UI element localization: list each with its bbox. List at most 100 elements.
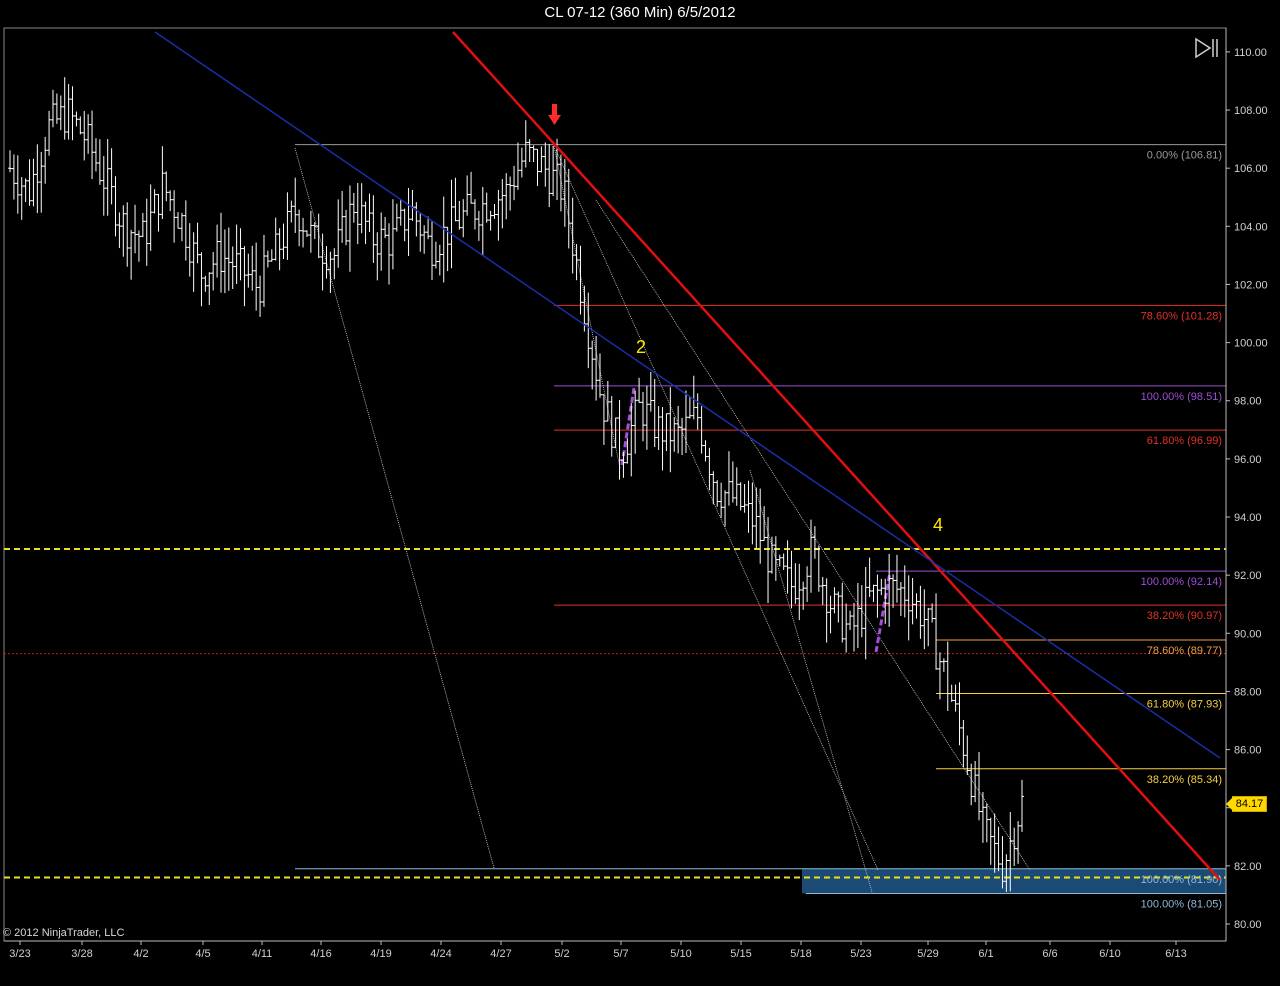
price-bar	[340, 190, 345, 243]
price-bar	[977, 751, 982, 821]
price-bar	[910, 578, 915, 625]
price-bar	[902, 565, 907, 618]
projection-line	[553, 145, 621, 469]
price-bar	[152, 189, 157, 214]
price-bar	[973, 761, 978, 803]
x-tick-label: 5/10	[670, 948, 691, 960]
price-bar	[43, 136, 48, 184]
price-bar	[344, 209, 349, 246]
price-bar	[637, 377, 642, 403]
price-bar	[269, 249, 274, 262]
price-bar	[488, 210, 493, 231]
wave-label: 4	[933, 515, 943, 535]
x-tick-label: 5/29	[917, 948, 938, 960]
price-bar	[93, 138, 98, 172]
price-bar	[687, 396, 692, 419]
chart-frame	[3, 27, 1227, 942]
price-bar	[519, 147, 524, 178]
price-bar	[293, 177, 298, 233]
price-bar	[50, 89, 55, 128]
price-bar	[301, 217, 306, 248]
price-bar	[23, 178, 28, 203]
price-bar	[406, 187, 411, 256]
copyright-text: © 2012 NinjaTrader, LLC	[3, 927, 125, 939]
price-bar	[19, 176, 24, 220]
price-bar	[773, 536, 778, 581]
price-bar	[410, 189, 415, 221]
price-bar	[945, 641, 950, 712]
price-bar	[769, 536, 774, 574]
price-bar	[144, 198, 149, 266]
price-bar	[1020, 779, 1024, 832]
price-chart[interactable]: 0.00% (106.81) 78.60% (101.28) 100.00% (98…	[0, 0, 1280, 986]
price-bar	[840, 582, 845, 643]
price-bar	[824, 578, 829, 643]
price-bar	[387, 223, 392, 285]
price-bar	[508, 176, 513, 211]
price-bar	[363, 201, 368, 244]
price-bar	[285, 192, 290, 260]
price-bar	[156, 193, 161, 232]
price-bar	[941, 658, 946, 672]
price-bar	[336, 199, 341, 268]
wave-label: 2	[636, 337, 646, 357]
price-bar	[359, 183, 364, 234]
price-bar	[601, 394, 606, 445]
price-bar	[390, 199, 395, 270]
price-bar	[367, 193, 372, 232]
price-bar	[97, 139, 102, 185]
price-bar	[734, 467, 739, 506]
y-tick-label: 100.00	[1234, 338, 1268, 350]
price-bar	[383, 217, 388, 239]
price-bar	[715, 480, 720, 507]
arrow-head	[548, 115, 561, 125]
price-bar	[187, 223, 192, 277]
price-bar	[207, 272, 212, 305]
price-bar	[766, 517, 771, 604]
price-bar	[480, 186, 485, 256]
price-bar	[828, 595, 833, 634]
price-bar	[168, 190, 173, 212]
price-bar	[308, 210, 313, 253]
price-bar	[719, 482, 724, 518]
price-bar	[492, 203, 497, 219]
price-bar	[437, 244, 442, 276]
price-bar	[476, 210, 481, 241]
y-tick-label: 92.00	[1234, 570, 1262, 582]
price-bar	[660, 407, 665, 471]
scroll-to-end-icon[interactable]	[1194, 37, 1220, 59]
price-bar	[172, 190, 177, 243]
price-bar	[570, 197, 575, 274]
price-bar	[289, 200, 294, 223]
price-bar	[629, 402, 634, 477]
fib-label: 61.80% (96.99)	[1147, 435, 1222, 447]
price-bar	[496, 189, 501, 241]
price-bar	[879, 578, 884, 596]
red-trendline	[452, 31, 1221, 881]
price-bar	[62, 77, 67, 140]
price-bar	[469, 171, 474, 204]
x-tick-label: 5/7	[613, 948, 628, 960]
price-bar	[640, 391, 645, 442]
price-bar	[609, 396, 614, 457]
price-bar	[875, 574, 880, 618]
x-tick-label: 4/2	[133, 948, 148, 960]
y-tick-label: 108.00	[1234, 105, 1268, 117]
price-bar	[281, 223, 286, 259]
price-bar	[937, 652, 942, 700]
price-bar	[844, 603, 849, 653]
projection-line	[595, 199, 1031, 871]
price-bar	[988, 817, 993, 865]
price-bar	[465, 175, 470, 216]
price-bar	[957, 682, 962, 746]
price-bar	[703, 440, 708, 462]
price-bar	[539, 146, 544, 173]
price-bar	[176, 212, 181, 229]
projection-line	[294, 147, 495, 869]
price-bar	[754, 487, 759, 550]
fib-label: 0.00% (106.81)	[1147, 150, 1222, 162]
fib-label: 78.60% (101.28)	[1141, 310, 1222, 322]
price-bars	[8, 77, 1024, 892]
price-bar	[86, 114, 91, 154]
price-bar	[832, 587, 837, 614]
